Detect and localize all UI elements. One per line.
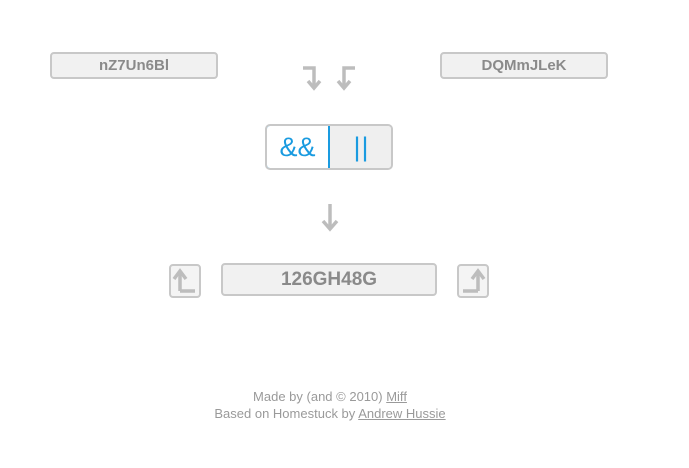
up-corner-arrow-icon: [172, 268, 195, 293]
merge-arrows-icon: [303, 66, 355, 91]
or-operator-button[interactable]: ||: [330, 126, 391, 168]
side-right-button[interactable]: [457, 264, 489, 298]
operator-toggle: && ||: [265, 124, 393, 170]
down-right-corner-arrow-icon: [303, 66, 322, 91]
right-input-code[interactable]: DQMmJLeK: [440, 52, 608, 79]
footer-credit: Made by (and © 2010) Miff: [0, 389, 660, 404]
and-operator-button[interactable]: &&: [267, 126, 330, 168]
footer-credit-text: Made by (and © 2010): [253, 389, 383, 404]
footer-attribution-text: Based on Homestuck by: [214, 406, 356, 421]
miff-link[interactable]: Miff: [386, 389, 407, 404]
side-left-button[interactable]: [169, 264, 201, 298]
result-code: 126GH48G: [221, 263, 437, 296]
down-arrow-icon: [321, 204, 339, 232]
down-left-corner-arrow-icon: [336, 66, 355, 91]
left-input-code[interactable]: nZ7Un6Bl: [50, 52, 218, 79]
up-corner-arrow-icon: [463, 268, 486, 293]
or-operator-label: ||: [353, 131, 370, 162]
andrew-hussie-link[interactable]: Andrew Hussie: [358, 406, 445, 421]
footer-attribution: Based on Homestuck by Andrew Hussie: [0, 406, 660, 421]
